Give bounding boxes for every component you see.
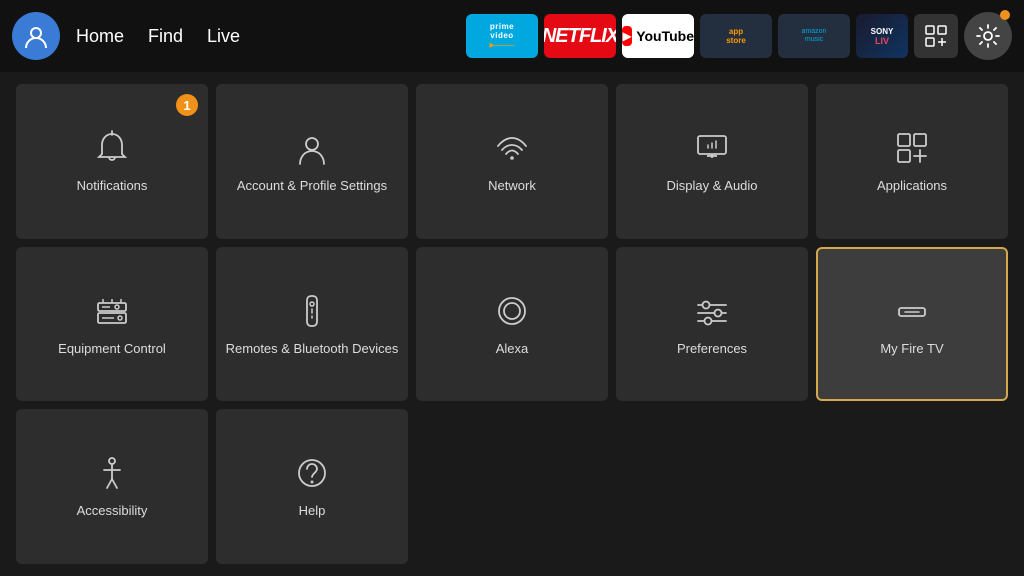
help-icon: [292, 453, 332, 493]
prime-video-app[interactable]: prime video ▸——: [466, 14, 538, 58]
applications-icon: [892, 128, 932, 168]
nav-apps-bar: prime video ▸—— NETFLIX ▶ YouTube app st…: [466, 12, 1012, 60]
tile-display[interactable]: Display & Audio: [616, 84, 808, 239]
bell-icon: [92, 128, 132, 168]
firetv-icon: [892, 291, 932, 331]
wifi-icon: [492, 128, 532, 168]
tile-account[interactable]: Account & Profile Settings: [216, 84, 408, 239]
preferences-icon: [692, 291, 732, 331]
notifications-badge: 1: [176, 94, 198, 116]
netflix-app[interactable]: NETFLIX: [544, 14, 616, 58]
tile-accessibility-label: Accessibility: [77, 503, 148, 520]
tile-equipment-label: Equipment Control: [58, 341, 166, 358]
tile-alexa[interactable]: Alexa: [416, 247, 608, 402]
nav-live-link[interactable]: Live: [207, 26, 240, 47]
tile-account-label: Account & Profile Settings: [237, 178, 387, 195]
tile-display-label: Display & Audio: [666, 178, 757, 195]
tile-applications[interactable]: Applications: [816, 84, 1008, 239]
settings-grid: 1 Notifications Account & Profile Settin…: [16, 84, 1008, 564]
tile-remotes-label: Remotes & Bluetooth Devices: [226, 341, 399, 358]
all-apps-button[interactable]: [914, 14, 958, 58]
nav-links: Home Find Live: [76, 26, 240, 47]
tile-help[interactable]: Help: [216, 409, 408, 564]
tile-network-label: Network: [488, 178, 536, 195]
user-avatar[interactable]: [12, 12, 60, 60]
account-icon: [292, 128, 332, 168]
settings-main: 1 Notifications Account & Profile Settin…: [0, 72, 1024, 576]
nav-find-link[interactable]: Find: [148, 26, 183, 47]
tile-applications-label: Applications: [877, 178, 947, 195]
tile-alexa-label: Alexa: [496, 341, 529, 358]
tile-remotes-bluetooth[interactable]: Remotes & Bluetooth Devices: [216, 247, 408, 402]
alexa-icon: [492, 291, 532, 331]
sony-liv-app[interactable]: SONY LIV: [856, 14, 908, 58]
appstore-app[interactable]: app store: [700, 14, 772, 58]
accessibility-icon: [92, 453, 132, 493]
tile-preferences-label: Preferences: [677, 341, 747, 358]
tile-my-fire-tv[interactable]: My Fire TV: [816, 247, 1008, 402]
tile-preferences[interactable]: Preferences: [616, 247, 808, 402]
youtube-app[interactable]: ▶ YouTube: [622, 14, 694, 58]
display-icon: [692, 128, 732, 168]
remote-icon: [292, 291, 332, 331]
tile-notifications-label: Notifications: [77, 178, 148, 195]
tile-equipment-control[interactable]: Equipment Control: [16, 247, 208, 402]
tile-accessibility[interactable]: Accessibility: [16, 409, 208, 564]
tile-myfiretv-label: My Fire TV: [880, 341, 943, 358]
nav-home-link[interactable]: Home: [76, 26, 124, 47]
equipment-icon: [92, 291, 132, 331]
tile-network[interactable]: Network: [416, 84, 608, 239]
top-navigation: Home Find Live prime video ▸—— NETFLIX ▶…: [0, 0, 1024, 72]
tile-help-label: Help: [299, 503, 326, 520]
tile-notifications[interactable]: 1 Notifications: [16, 84, 208, 239]
amazon-music-app[interactable]: amazonmusic: [778, 14, 850, 58]
